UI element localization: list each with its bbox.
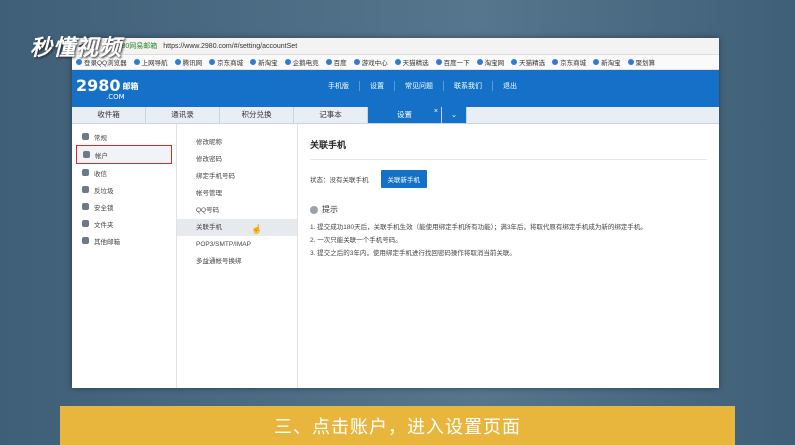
bookmark-item[interactable]: 游戏中心 [353,57,388,67]
sidebar-item-antispam[interactable]: 反垃圾 [76,181,172,198]
account-subnav: 修改昵称 修改密码 绑定手机号码 帐号管理 QQ号码 关联手机 ☝ POP3/SM… [177,122,298,388]
address-bar: ◀ □ ☆ 2980网易邮箱 https://www.2980.com/#/se… [72,38,719,55]
bookmark-icon [133,59,140,65]
video-watermark-logo: 秒懂视频 [30,36,123,61]
bookmark-icon [627,59,634,65]
bookmark-icon [552,59,559,65]
subnav-item[interactable]: 修改昵称 [177,134,297,151]
page-title: 关联手机 [310,138,707,160]
close-icon[interactable]: × [434,104,438,120]
mail-header: 2980 邮箱 .COM 手机版 设置 常见问题 联系我们 退出 [72,70,719,107]
mailbox-icon [82,237,89,244]
topnav-logout[interactable]: 退出 [492,81,527,91]
tab-dropdown[interactable]: ⌄ [442,107,467,123]
tips-section: 提示 1. 提交成功180天后，关联手机生效（能使用绑定手机所有功能）；满3年后… [310,204,707,260]
tips-list: 1. 提交成功180天后，关联手机生效（能使用绑定手机所有功能）；满3年后，将取… [310,221,707,260]
tab-notes[interactable]: 记事本 [294,107,368,123]
tab-points[interactable]: 积分兑换 [220,107,294,123]
bookmark-icon [325,59,332,65]
bookmark-item[interactable]: 新淘宝 [593,57,621,67]
user-icon [83,151,90,158]
bookmark-icon [511,59,518,65]
topnav-mobile[interactable]: 手机版 [318,81,359,91]
hand-cursor-icon: ☝ [251,224,263,234]
subnav-item[interactable]: 多益通帐号换绑 [177,253,297,270]
folder-icon [82,220,89,227]
bookmark-item[interactable]: 京东商城 [209,57,243,67]
sidebar-item-folders[interactable]: 文件夹 [76,215,172,232]
sidebar-item-account[interactable]: 帐户 [76,145,172,164]
main-panel: 关联手机 状态：没有关联手机 关联新手机 提示 1. 提交成功180天后，关联手… [298,122,719,388]
bookmark-icon [353,59,360,65]
subnav-item[interactable]: 修改密码 [177,151,297,168]
subnav-item[interactable]: 帐号管理 [177,185,297,202]
tab-contacts[interactable]: 通讯录 [146,107,220,123]
bookmark-item[interactable]: 天猫精选 [511,57,545,67]
bookmark-item[interactable]: 百度一下 [435,57,470,67]
bookmark-icon [250,59,257,65]
caption-text: 三、点击账户，进入设置页面 [274,416,521,438]
antispam-icon [82,186,89,193]
bookmark-icon [284,59,291,65]
tip-item: 3. 提交之后的3年内，使用绑定手机进行找回密码操作将取消当前关联。 [310,250,516,257]
bookmark-item[interactable]: 上网导航 [133,57,168,67]
topnav-faq[interactable]: 常见问题 [394,81,443,91]
bookmarks-bar: 登录QQ浏览器 上网导航 腾讯网 京东商城 新淘宝 企鹅电竞 百度 游戏中心 天… [72,55,719,70]
bookmark-icon [209,59,216,65]
bookmark-icon [174,59,181,65]
mail-logo[interactable]: 2980 邮箱 .COM [76,76,139,101]
bookmark-item[interactable]: 百度 [325,57,347,67]
url-text[interactable]: https://www.2980.com/#/setting/accountSe… [163,43,297,50]
sidebar-item-general[interactable]: 常规 [76,128,172,145]
bookmark-icon [593,59,600,65]
settings-sidebar: 常规 帐户 收信 反垃圾 安全锁 文件夹 其他邮箱 [72,122,177,388]
bookmark-item[interactable]: 天猫精选 [394,57,429,67]
caption-bar: 三、点击账户，进入设置页面 [60,406,735,445]
browser-window: ◀ □ ☆ 2980网易邮箱 https://www.2980.com/#/se… [72,38,719,388]
bookmark-item[interactable]: 聚划算 [627,57,655,67]
bookmark-icon [435,59,442,65]
status-label: 状态：没有关联手机 [310,177,369,184]
topnav-contact[interactable]: 联系我们 [443,81,492,91]
tip-icon [310,205,318,214]
mail-icon [82,169,89,176]
status-row: 状态：没有关联手机 关联新手机 [310,170,707,188]
tip-item: 2. 一次只能关联一个手机号码。 [310,237,402,244]
tab-inbox[interactable]: 收件箱 [72,107,146,123]
tip-item: 1. 提交成功180天后，关联手机生效（能使用绑定手机所有功能）；满3年后，将取… [310,224,647,231]
subnav-item[interactable]: 绑定手机号码 [177,168,297,185]
topnav-settings[interactable]: 设置 [359,81,394,91]
sidebar-item-other-mailbox[interactable]: 其他邮箱 [76,232,172,249]
sidebar-item-receive[interactable]: 收信 [76,164,172,181]
subnav-item[interactable]: POP3/SMTP/IMAP [177,236,297,253]
tab-settings[interactable]: 设置 × [368,107,442,123]
bookmark-item[interactable]: 企鹅电竞 [284,57,319,67]
link-new-phone-button[interactable]: 关联新手机 [380,170,427,188]
subnav-item-linked-phone[interactable]: 关联手机 ☝ [177,219,297,236]
info-icon [82,133,89,140]
lock-icon [82,203,89,210]
bookmark-item[interactable]: 新淘宝 [250,57,278,67]
bookmark-item[interactable]: 腾讯网 [174,57,202,67]
tips-title: 提示 [310,204,707,215]
sidebar-item-security-lock[interactable]: 安全锁 [76,198,172,215]
top-nav: 手机版 设置 常见问题 联系我们 退出 [318,81,527,91]
settings-content: 常规 帐户 收信 反垃圾 安全锁 文件夹 其他邮箱 修改昵称 修改密码 绑定手机… [72,122,719,388]
bookmark-item[interactable]: 淘宝网 [476,57,504,67]
chevron-down-icon: ⌄ [450,110,458,119]
bookmark-icon [476,59,483,65]
bookmark-item[interactable]: 京东商城 [552,57,586,67]
bookmark-icon [394,59,401,65]
subnav-item[interactable]: QQ号码 [177,202,297,219]
